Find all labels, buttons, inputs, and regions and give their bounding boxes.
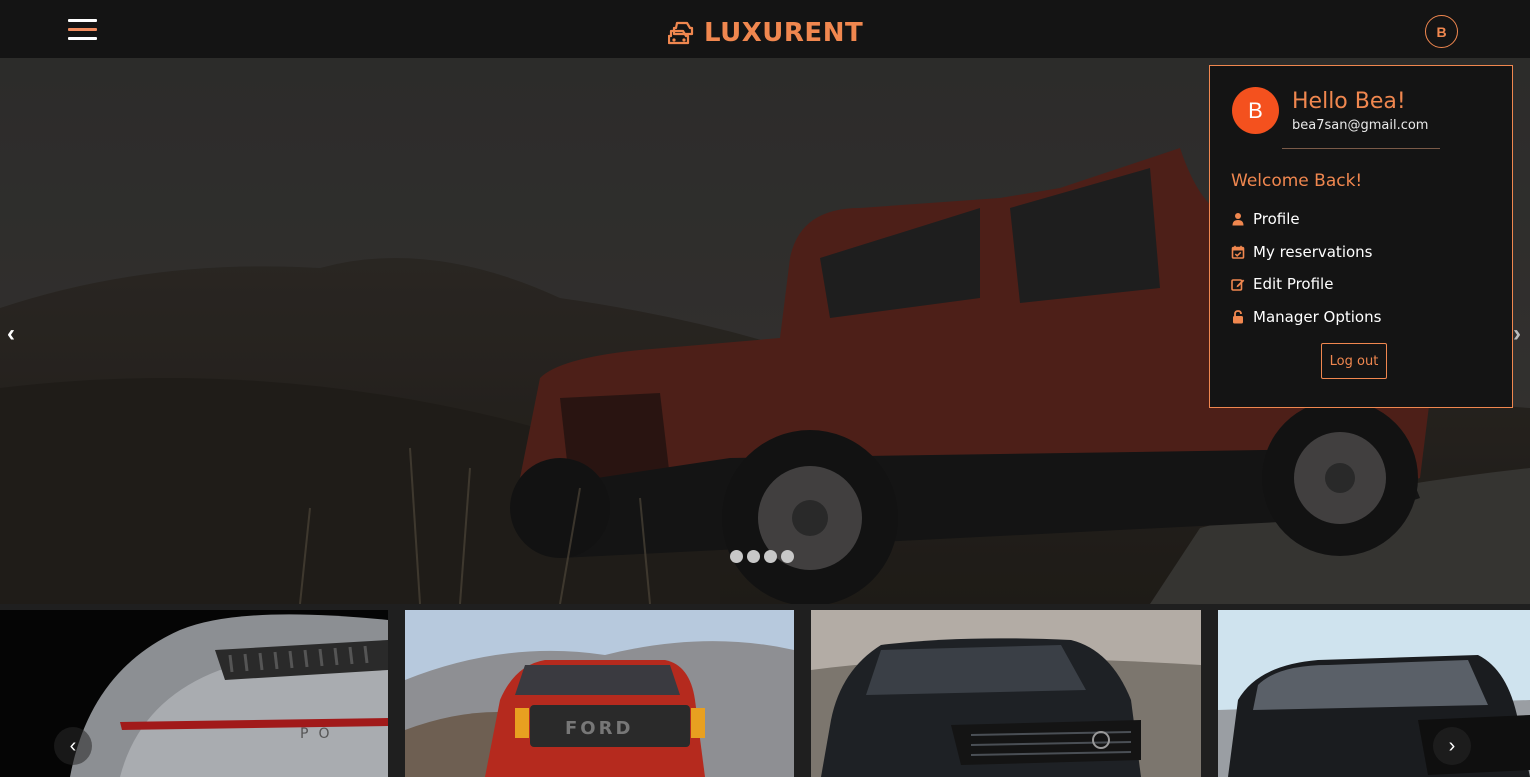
hero-prev-button[interactable]: ‹ bbox=[1, 320, 21, 348]
navbar: LUXURENT B bbox=[0, 0, 1530, 58]
carousel-dot[interactable] bbox=[747, 550, 760, 563]
menu-item-my-reservations[interactable]: My reservations bbox=[1231, 236, 1381, 269]
edit-icon bbox=[1231, 279, 1245, 292]
hamburger-icon[interactable] bbox=[68, 19, 97, 41]
svg-text:FORD: FORD bbox=[565, 718, 633, 739]
hamburger-line bbox=[68, 28, 97, 31]
carousel-dot[interactable] bbox=[781, 550, 794, 563]
car-card[interactable] bbox=[1218, 610, 1530, 777]
user-email: bea7san@gmail.com bbox=[1292, 118, 1429, 133]
menu-item-profile[interactable]: Profile bbox=[1231, 203, 1381, 236]
menu-item-label: Profile bbox=[1253, 210, 1300, 229]
gallery-next-button[interactable]: › bbox=[1433, 727, 1471, 765]
welcome-message: Welcome Back! bbox=[1231, 171, 1363, 191]
carousel-dots bbox=[730, 550, 794, 563]
brand-name: LUXURENT bbox=[704, 18, 864, 48]
carousel-dot[interactable] bbox=[730, 550, 743, 563]
car-card[interactable] bbox=[811, 610, 1201, 777]
hamburger-line bbox=[68, 19, 97, 22]
divider bbox=[1282, 148, 1440, 149]
calendar-check-icon bbox=[1231, 245, 1245, 259]
user-avatar-button[interactable]: B bbox=[1425, 15, 1458, 48]
menu-item-label: Manager Options bbox=[1253, 307, 1382, 326]
menu-item-label: Edit Profile bbox=[1253, 275, 1334, 294]
car-card[interactable]: FORD bbox=[405, 610, 794, 777]
logout-button[interactable]: Log out bbox=[1321, 343, 1387, 379]
brand-logo[interactable]: LUXURENT bbox=[668, 16, 863, 50]
user-icon bbox=[1232, 213, 1244, 226]
menu-item-edit-profile[interactable]: Edit Profile bbox=[1231, 268, 1381, 301]
gallery-prev-button[interactable]: ‹ bbox=[54, 727, 92, 765]
menu-item-label: My reservations bbox=[1253, 242, 1373, 261]
user-greeting: Hello Bea! bbox=[1292, 89, 1406, 114]
carousel-dot[interactable] bbox=[764, 550, 777, 563]
car-image bbox=[811, 610, 1201, 777]
car-stack-icon bbox=[668, 21, 694, 45]
car-gallery: PO FORD ‹ › bbox=[0, 604, 1530, 777]
unlock-icon bbox=[1233, 309, 1243, 324]
car-image: FORD bbox=[405, 610, 794, 777]
svg-text:PO: PO bbox=[300, 726, 339, 742]
user-avatar: B bbox=[1232, 87, 1279, 134]
user-menu-list: Profile My reservations Edit Profile Man… bbox=[1231, 203, 1381, 333]
user-menu-dropdown: B Hello Bea! bea7san@gmail.com Welcome B… bbox=[1209, 65, 1513, 408]
hamburger-line bbox=[68, 37, 97, 40]
menu-item-manager-options[interactable]: Manager Options bbox=[1231, 301, 1381, 334]
car-image bbox=[1218, 610, 1530, 777]
